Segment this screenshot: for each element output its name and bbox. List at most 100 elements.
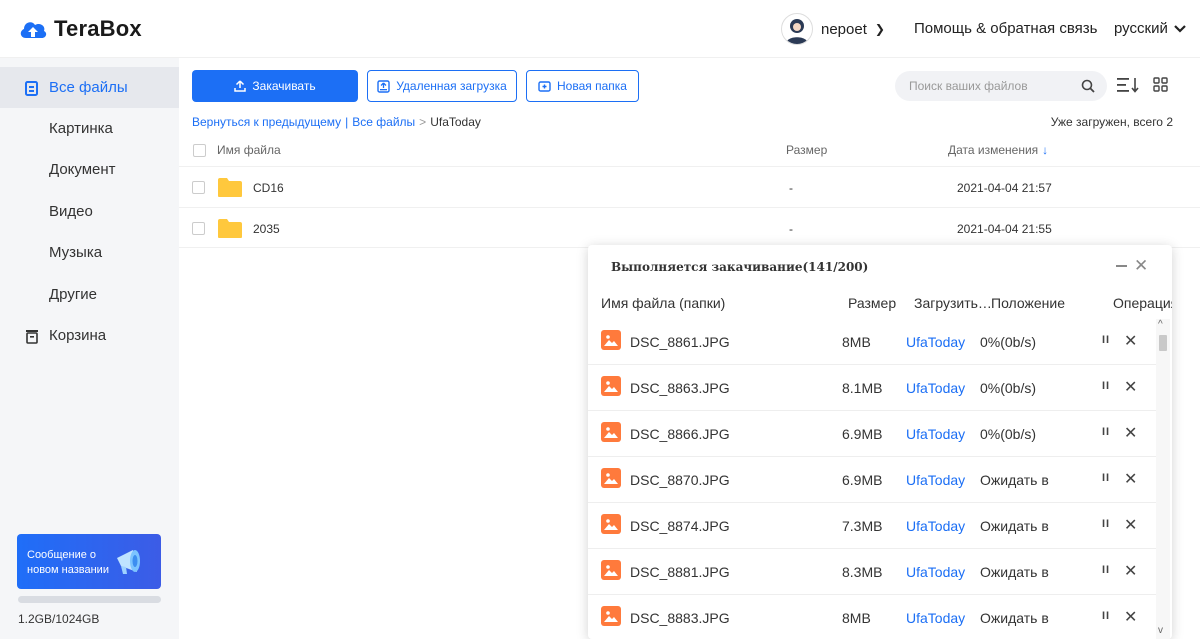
pause-icon[interactable]: II [1102,610,1110,622]
image-file-icon [601,514,621,534]
files-icon [25,80,38,96]
file-name[interactable]: CD16 [253,181,284,195]
pause-icon[interactable]: II [1102,334,1110,346]
sidebar-item-other[interactable]: Другие [0,274,179,315]
upload-file-size: 8.1MB [842,380,883,396]
column-operations: Операция [1113,295,1172,311]
cloud-logo-icon [20,22,47,38]
table-row[interactable]: 2035 - 2021-04-04 21:55 [179,207,1200,248]
rename-promo-banner[interactable]: Сообщение о новом названии [17,534,161,589]
pause-icon[interactable]: II [1102,564,1110,576]
column-date[interactable]: Дата изменения ↓ [948,143,1048,157]
cancel-icon[interactable]: ✕ [1124,423,1137,443]
trash-icon [26,329,38,344]
sidebar-item-label: Все файлы [49,79,128,96]
breadcrumb-separator: > [419,115,427,129]
upload-destination-link[interactable]: UfaToday [906,564,965,580]
file-name[interactable]: 2035 [253,222,280,236]
upload-file-size: 7.3MB [842,518,883,534]
cancel-icon[interactable]: ✕ [1124,561,1137,581]
upload-destination-link[interactable]: UfaToday [906,610,965,626]
panel-scrollbar[interactable]: ^ v [1156,319,1170,639]
new-folder-icon [538,80,551,92]
cancel-icon[interactable]: ✕ [1124,607,1137,627]
back-link[interactable]: Вернуться к предыдущему [192,115,341,129]
remote-upload-label: Удаленная загрузка [396,79,507,93]
folder-icon [218,219,242,238]
upload-destination-link[interactable]: UfaToday [906,380,965,396]
minimize-icon[interactable] [1116,265,1127,267]
select-all-checkbox[interactable] [193,144,206,157]
upload-destination-link[interactable]: UfaToday [906,426,965,442]
upload-file-name: DSC_8874.JPG [630,518,730,534]
user-menu[interactable]: nepoet ❯ [781,13,885,45]
sort-list-icon[interactable] [1116,76,1140,94]
sidebar-item-label: Документ [49,161,116,178]
row-checkbox[interactable] [192,181,205,194]
image-file-icon [601,376,621,396]
remote-upload-button[interactable]: Удаленная загрузка [367,70,517,102]
sidebar-item-trash[interactable]: Корзина [0,315,179,356]
upload-status: 0%(0b/s) [980,334,1037,350]
help-feedback-link[interactable]: Помощь & обратная связь [914,20,1097,37]
sidebar-item-all-files[interactable]: Все файлы [0,67,179,108]
sidebar-item-documents[interactable]: Документ [0,149,179,190]
language-select[interactable]: русский [1114,20,1186,37]
search-input[interactable] [909,79,1069,93]
search-icon[interactable] [1081,79,1095,93]
column-size[interactable]: Размер [786,143,827,157]
close-icon[interactable]: ✕ [1134,257,1148,274]
cancel-icon[interactable]: ✕ [1124,515,1137,535]
upload-button[interactable]: Закачивать [192,70,358,102]
upload-destination-link[interactable]: UfaToday [906,518,965,534]
all-files-link[interactable]: Все файлы [352,115,415,129]
folder-icon [218,178,242,197]
pause-icon[interactable]: II [1102,472,1110,484]
upload-file-name: DSC_8866.JPG [630,426,730,442]
chevron-down-icon [1174,24,1186,33]
row-checkbox[interactable] [192,222,205,235]
table-row[interactable]: CD16 - 2021-04-04 21:57 [179,166,1200,207]
pause-icon[interactable]: II [1102,380,1110,392]
cancel-icon[interactable]: ✕ [1124,377,1137,397]
upload-file-name: DSC_8881.JPG [630,564,730,580]
chevron-up-icon[interactable]: ^ [1158,319,1163,330]
upload-file-name: DSC_8861.JPG [630,334,730,350]
upload-row: DSC_8863.JPG 8.1MB UfaToday 0%(0b/s) II … [588,365,1158,411]
upload-row: DSC_8870.JPG 6.9MB UfaToday Ожидать в II… [588,457,1158,503]
pause-icon[interactable]: II [1102,426,1110,438]
upload-file-name: DSC_8870.JPG [630,472,730,488]
upload-destination-link[interactable]: UfaToday [906,472,965,488]
file-table-header: Имя файла Размер Дата изменения ↓ [192,140,1172,164]
column-name[interactable]: Имя файла [217,143,281,157]
upload-file-size: 6.9MB [842,472,883,488]
cancel-icon[interactable]: ✕ [1124,331,1137,351]
megaphone-icon [117,550,140,574]
search-box [895,71,1107,101]
panel-table-header: Имя файла (папки) Размер Загрузить… Поло… [588,295,1172,313]
sidebar-item-videos[interactable]: Видео [0,191,179,232]
chevron-down-icon[interactable]: v [1158,625,1163,636]
sidebar-item-pictures[interactable]: Картинка [0,108,179,149]
upload-icon [234,80,247,92]
upload-progress-panel: Выполняется закачивание(141/200) ✕ Имя ф… [588,245,1172,639]
column-size: Размер [848,295,897,311]
pause-icon[interactable]: II [1102,518,1110,530]
file-date: 2021-04-04 21:55 [957,222,1052,236]
sidebar-item-music[interactable]: Музыка [0,232,179,273]
image-file-icon [601,606,621,626]
column-status: Положение [991,295,1065,311]
upload-row: DSC_8874.JPG 7.3MB UfaToday Ожидать в II… [588,503,1158,549]
terabox-logo[interactable]: TeraBox [18,16,142,42]
upload-destination-link[interactable]: UfaToday [906,334,965,350]
image-file-icon [601,330,621,350]
chevron-down-icon: ❯ [874,22,885,36]
sidebar-item-label: Картинка [49,120,113,137]
scroll-thumb[interactable] [1159,335,1167,351]
brand-name: TeraBox [54,16,142,41]
upload-status: 0%(0b/s) [980,380,1037,396]
cancel-icon[interactable]: ✕ [1124,469,1137,489]
grid-view-icon[interactable] [1153,77,1168,92]
sidebar-item-label: Видео [49,203,93,220]
new-folder-button[interactable]: Новая папка [526,70,639,102]
